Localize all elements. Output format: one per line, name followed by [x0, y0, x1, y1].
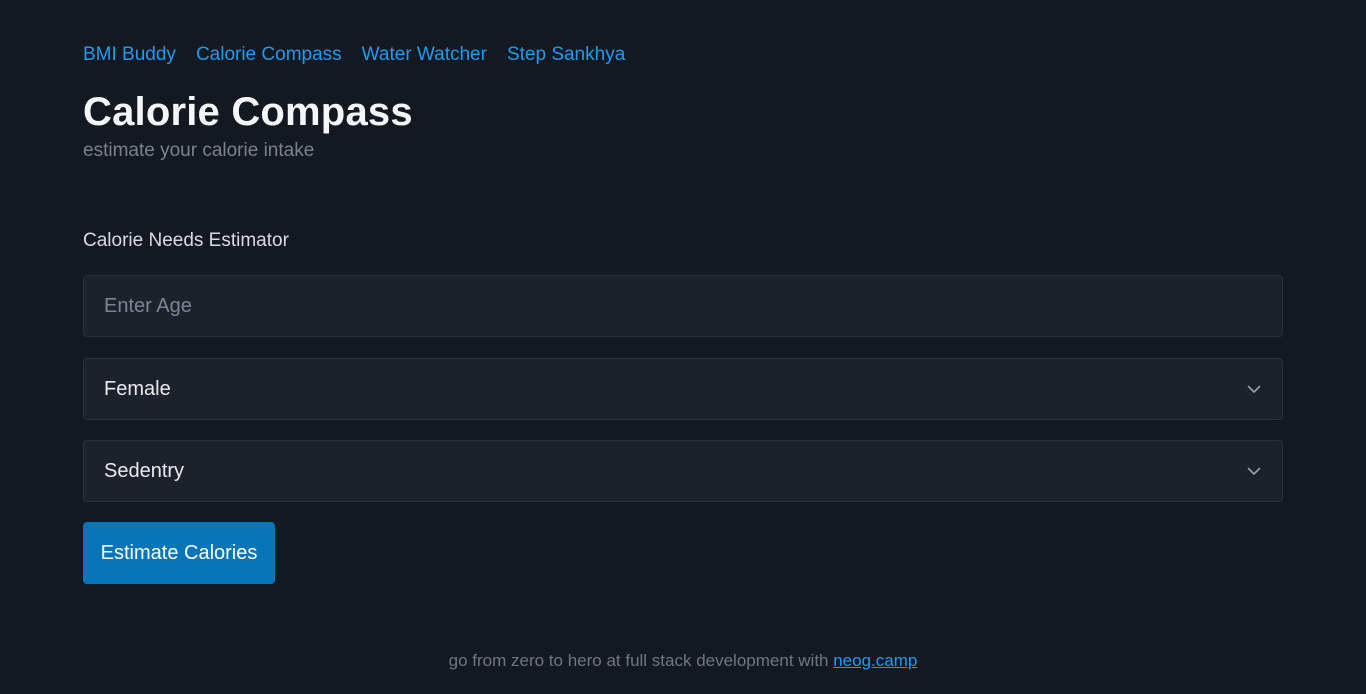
estimate-calories-button[interactable]: Estimate Calories [83, 522, 275, 584]
footer: go from zero to hero at full stack devel… [0, 651, 1366, 671]
page-subtitle: estimate your calorie intake [83, 140, 315, 161]
chevron-down-icon [1246, 381, 1262, 397]
nav-link-water-watcher[interactable]: Water Watcher [362, 44, 487, 66]
top-nav: BMI Buddy Calorie Compass Water Watcher … [83, 44, 625, 66]
activity-level-select-value: Sedentry [104, 459, 185, 482]
gender-select[interactable]: Female [83, 358, 1283, 420]
nav-link-bmi-buddy[interactable]: BMI Buddy [83, 44, 176, 66]
footer-text: go from zero to hero at full stack devel… [448, 651, 834, 670]
gender-select-value: Female [104, 377, 171, 400]
footer-neog-link[interactable]: neog.camp [833, 651, 917, 670]
estimator-label: Calorie Needs Estimator [83, 230, 289, 251]
page-title: Calorie Compass [83, 90, 413, 134]
page: BMI Buddy Calorie Compass Water Watcher … [0, 0, 1366, 694]
nav-link-step-sankhya[interactable]: Step Sankhya [507, 44, 625, 66]
nav-link-calorie-compass[interactable]: Calorie Compass [196, 44, 342, 66]
age-input[interactable] [83, 275, 1283, 337]
chevron-down-icon [1246, 463, 1262, 479]
activity-level-select[interactable]: Sedentry [83, 440, 1283, 502]
